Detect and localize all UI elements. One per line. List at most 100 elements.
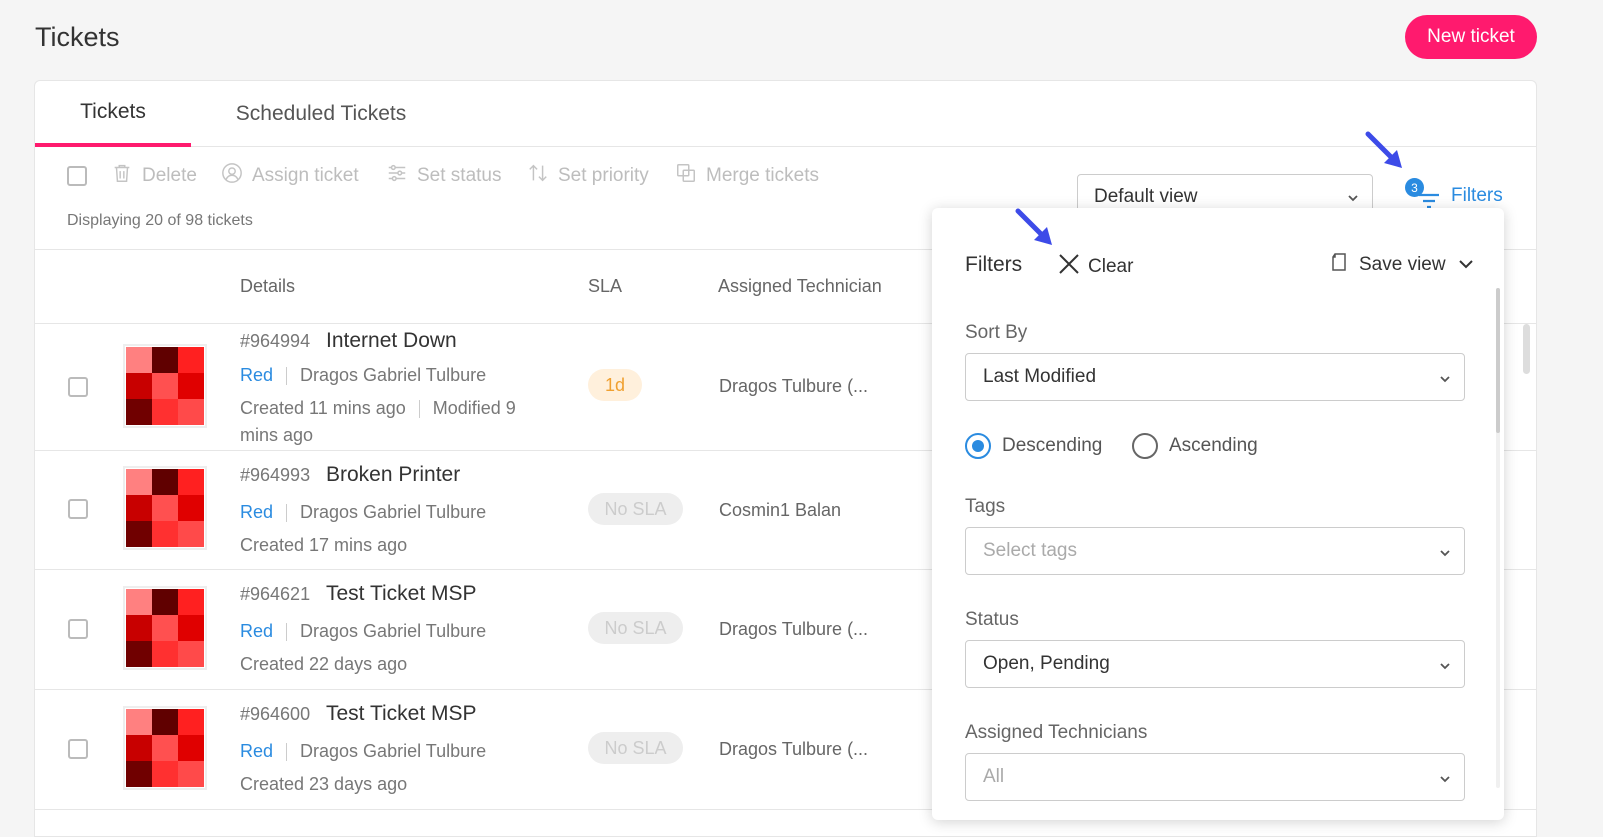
requester: Dragos Gabriel Tulbure bbox=[300, 621, 487, 641]
created-time: Created 22 days ago bbox=[240, 654, 408, 674]
chevron-down-icon bbox=[1438, 770, 1452, 792]
assign-ticket-button[interactable]: Assign ticket bbox=[221, 162, 359, 190]
requester: Dragos Gabriel Tulbure bbox=[300, 365, 487, 385]
ticket-meta: Red Dragos Gabriel Tulbure bbox=[240, 621, 486, 642]
priority-label[interactable]: Red bbox=[240, 502, 273, 523]
priority-label[interactable]: Red bbox=[240, 621, 273, 642]
merge-tickets-button[interactable]: Merge tickets bbox=[675, 164, 819, 188]
tags-select[interactable]: Select tags bbox=[965, 527, 1465, 575]
modified-time: Modified 9 bbox=[432, 398, 516, 418]
assigned-technician: Dragos Tulbure (... bbox=[719, 619, 869, 639]
close-icon bbox=[1058, 253, 1080, 281]
sla-badge: No SLA bbox=[588, 493, 683, 525]
view-select-value: Default view bbox=[1094, 186, 1198, 207]
ticket-meta: Red Dragos Gabriel Tulbure bbox=[240, 502, 486, 523]
ticket-name[interactable]: Internet Down bbox=[326, 329, 457, 353]
radio-dot bbox=[1132, 433, 1158, 459]
priority-label[interactable]: Red bbox=[240, 365, 273, 386]
sla-badge: No SLA bbox=[588, 612, 683, 644]
clear-filters-button[interactable]: Clear bbox=[1058, 253, 1133, 281]
assigned-technician: Dragos Tulbure (... bbox=[719, 376, 869, 396]
assigned-technician: Dragos Tulbure (... bbox=[719, 739, 869, 759]
ticket-name[interactable]: Broken Printer bbox=[326, 463, 460, 487]
ascending-label: Ascending bbox=[1169, 435, 1258, 456]
radio-dot bbox=[965, 433, 991, 459]
avatar bbox=[123, 344, 207, 428]
row-checkbox[interactable] bbox=[68, 619, 88, 639]
assigned-technicians-select[interactable]: All bbox=[965, 753, 1465, 801]
user-circle-icon bbox=[221, 162, 243, 190]
sort-arrows-icon bbox=[527, 162, 549, 190]
ticket-meta: Red Dragos Gabriel Tulbure bbox=[240, 741, 486, 762]
descending-label: Descending bbox=[1002, 435, 1103, 456]
ticket-name[interactable]: Test Ticket MSP bbox=[326, 582, 477, 606]
avatar bbox=[123, 706, 207, 790]
filter-icon: 3 bbox=[1405, 178, 1441, 211]
ticket-id: #964600 bbox=[240, 704, 311, 724]
annotation-arrow-icon bbox=[1365, 131, 1402, 168]
sliders-icon bbox=[386, 162, 408, 190]
set-priority-label: Set priority bbox=[558, 165, 649, 186]
status-select[interactable]: Open, Pending bbox=[965, 640, 1465, 688]
ticket-id: #964994 bbox=[240, 331, 311, 351]
filters-button[interactable]: 3 Filters bbox=[1405, 178, 1503, 211]
save-view-label: Save view bbox=[1359, 254, 1446, 275]
created-time: Created 17 mins ago bbox=[240, 535, 408, 555]
merge-icon bbox=[675, 162, 697, 190]
clear-label: Clear bbox=[1088, 256, 1134, 277]
chevron-down-icon bbox=[1458, 254, 1474, 276]
sort-by-label: Sort By bbox=[965, 322, 1028, 343]
sla-badge: No SLA bbox=[588, 732, 683, 764]
modified-time-wrap: mins ago bbox=[240, 425, 314, 445]
header-sla: SLA bbox=[588, 276, 623, 296]
delete-label: Delete bbox=[142, 165, 197, 186]
tab-tickets[interactable]: Tickets bbox=[35, 81, 191, 147]
descending-radio[interactable]: Descending bbox=[965, 433, 1102, 459]
filter-panel-title: Filters bbox=[965, 253, 1023, 276]
row-checkbox[interactable] bbox=[68, 377, 88, 397]
separator bbox=[418, 399, 420, 418]
filter-count-badge: 3 bbox=[1405, 178, 1424, 197]
panel-scrollbar[interactable] bbox=[1496, 288, 1500, 433]
annotation-arrow-icon bbox=[1015, 208, 1052, 245]
set-status-label: Set status bbox=[417, 165, 502, 186]
delete-button[interactable]: Delete bbox=[111, 164, 197, 188]
filter-panel: Filters Clear Save view Sort By Last Mod… bbox=[932, 208, 1504, 820]
created-time: Created 11 mins ago bbox=[240, 398, 406, 418]
displaying-count: Displaying 20 of 98 tickets bbox=[67, 212, 253, 229]
tab-bar: Tickets Scheduled Tickets bbox=[35, 81, 1536, 147]
trash-icon bbox=[111, 162, 133, 190]
ticket-name[interactable]: Test Ticket MSP bbox=[326, 702, 477, 726]
set-priority-button[interactable]: Set priority bbox=[527, 164, 649, 188]
sort-by-value: Last Modified bbox=[983, 366, 1097, 387]
sla-badge: 1d bbox=[588, 369, 642, 401]
save-view-button[interactable]: Save view bbox=[1331, 253, 1474, 277]
header-details: Details bbox=[240, 276, 296, 296]
filters-label: Filters bbox=[1451, 185, 1503, 206]
requester: Dragos Gabriel Tulbure bbox=[300, 502, 487, 522]
ascending-radio[interactable]: Ascending bbox=[1132, 433, 1258, 459]
sort-by-select[interactable]: Last Modified bbox=[965, 353, 1465, 401]
separator bbox=[286, 503, 288, 522]
set-status-button[interactable]: Set status bbox=[386, 164, 502, 188]
table-scrollbar[interactable] bbox=[1523, 324, 1530, 374]
separator bbox=[286, 622, 288, 641]
row-checkbox[interactable] bbox=[68, 499, 88, 519]
new-ticket-button[interactable]: New ticket bbox=[1405, 15, 1537, 59]
select-all-checkbox[interactable] bbox=[67, 166, 87, 186]
separator bbox=[286, 742, 288, 761]
avatar bbox=[123, 586, 207, 670]
priority-label[interactable]: Red bbox=[240, 741, 273, 762]
ticket-meta: Red Dragos Gabriel Tulbure bbox=[240, 365, 486, 386]
ticket-id: #964993 bbox=[240, 465, 311, 485]
tab-scheduled-tickets[interactable]: Scheduled Tickets bbox=[221, 81, 421, 147]
separator bbox=[286, 366, 288, 385]
status-value: Open, Pending bbox=[983, 653, 1110, 674]
page-title: Tickets bbox=[35, 22, 120, 52]
document-icon bbox=[1331, 253, 1347, 277]
chevron-down-icon bbox=[1438, 657, 1452, 679]
chevron-down-icon bbox=[1438, 370, 1452, 392]
row-checkbox[interactable] bbox=[68, 739, 88, 759]
header-technician: Assigned Technician bbox=[718, 276, 882, 296]
status-label: Status bbox=[965, 609, 1019, 630]
